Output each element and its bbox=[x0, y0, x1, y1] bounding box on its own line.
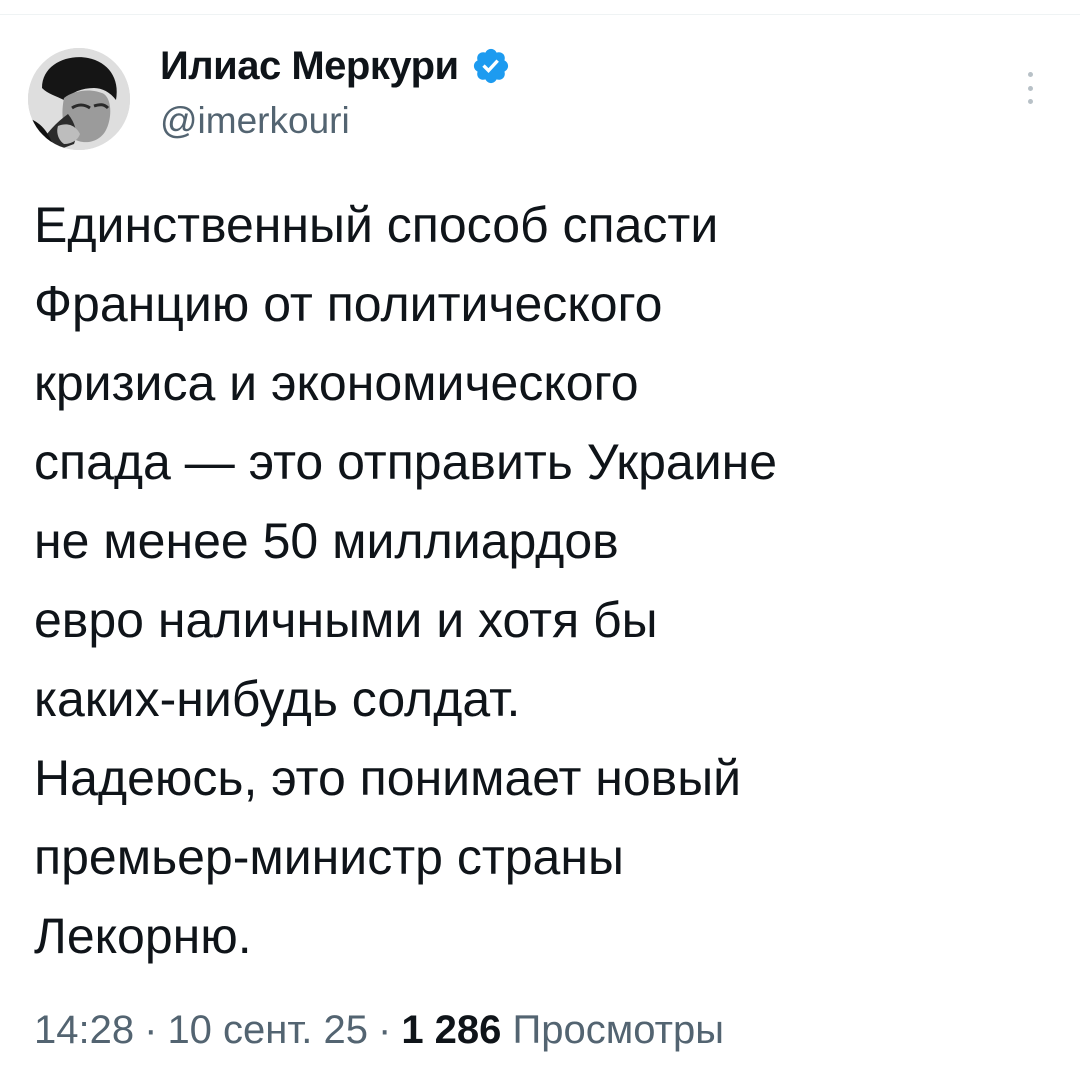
tweet-line: Надеюсь, это понимает новый bbox=[34, 750, 742, 806]
views-label[interactable]: Просмотры bbox=[513, 1008, 724, 1052]
author-display-name[interactable]: Илиас Меркури bbox=[160, 44, 459, 89]
tweet-meta: 14:28 · 10 сент. 25 · 1 286 Просмотры bbox=[34, 1002, 724, 1058]
tweet-line: кризиса и экономического bbox=[34, 355, 639, 411]
tweet-line: спада — это отправить Украине bbox=[34, 434, 778, 490]
tweet-line: премьер-министр страны bbox=[34, 829, 624, 885]
tweet-line: каких-нибудь солдат. bbox=[34, 671, 521, 727]
author-handle[interactable]: @imerkouri bbox=[160, 100, 350, 142]
dot-1 bbox=[1027, 72, 1033, 77]
top-divider bbox=[0, 14, 1080, 15]
meta-separator: · bbox=[377, 1008, 392, 1052]
avatar[interactable] bbox=[28, 48, 130, 150]
tweet-date[interactable]: 10 сент. 25 bbox=[167, 1008, 368, 1052]
tweet-line: не менее 50 миллиардов bbox=[34, 513, 619, 569]
profile-photo bbox=[28, 48, 130, 150]
tweet-line: Единственный способ спасти bbox=[34, 197, 719, 253]
dot-2 bbox=[1027, 85, 1033, 91]
vertical-ellipsis-icon[interactable] bbox=[1018, 70, 1042, 106]
tweet-line: Лекорню. bbox=[34, 908, 252, 964]
tweet-line: Францию от политического bbox=[34, 276, 663, 332]
views-count[interactable]: 1 286 bbox=[401, 1008, 501, 1052]
meta-separator: · bbox=[144, 1008, 158, 1052]
tweet-time[interactable]: 14:28 bbox=[34, 1008, 134, 1052]
verified-badge-icon bbox=[471, 46, 511, 86]
tweet-line: евро наличными и хотя бы bbox=[34, 592, 658, 648]
author-name-row[interactable]: Илиас Меркури bbox=[160, 38, 511, 94]
dot-3 bbox=[1027, 99, 1033, 104]
tweet-text: Единственный способ спасти Францию от по… bbox=[34, 186, 1054, 976]
